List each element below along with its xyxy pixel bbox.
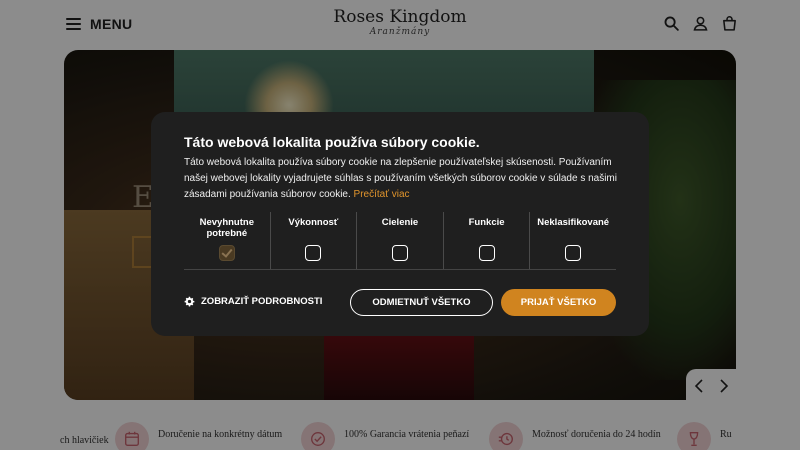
checkbox-unclassified[interactable] — [565, 245, 582, 261]
category-label: Výkonnosť — [288, 217, 339, 228]
reject-all-button[interactable]: ODMIETNUŤ VŠETKO — [350, 289, 493, 316]
cookie-category-performance: Výkonnosť — [271, 212, 358, 269]
checkbox-performance[interactable] — [305, 245, 322, 261]
cookie-category-unclassified: Neklasifikované — [530, 212, 616, 269]
checkbox-necessary — [218, 245, 235, 261]
category-label: Neklasifikované — [537, 217, 610, 228]
cookie-consent-dialog: Táto webová lokalita používa súbory cook… — [151, 112, 649, 336]
accept-all-button[interactable]: PRIJAŤ VŠETKO — [501, 289, 616, 316]
cookie-category-functionality: Funkcie — [444, 212, 531, 269]
category-label: Nevyhnutne potrebné — [199, 217, 254, 239]
cookie-category-targeting: Cielenie — [357, 212, 444, 269]
category-label: Cielenie — [381, 217, 419, 228]
cookie-description: Táto webová lokalita používa súbory cook… — [184, 155, 624, 203]
category-label: Funkcie — [468, 217, 505, 228]
show-details-button[interactable]: ZOBRAZIŤ PODROBNOSTI — [184, 296, 322, 307]
cookie-categories: Nevyhnutne potrebné Výkonnosť Cielenie F… — [184, 212, 616, 270]
gear-icon — [184, 296, 195, 307]
checkbox-targeting[interactable] — [391, 245, 408, 261]
cookie-title: Táto webová lokalita používa súbory cook… — [184, 134, 480, 150]
read-more-link[interactable]: Prečítať viac — [354, 189, 410, 200]
show-details-label: ZOBRAZIŤ PODROBNOSTI — [201, 296, 323, 307]
checkbox-functionality[interactable] — [478, 245, 495, 261]
cookie-category-necessary: Nevyhnutne potrebné — [184, 212, 271, 269]
